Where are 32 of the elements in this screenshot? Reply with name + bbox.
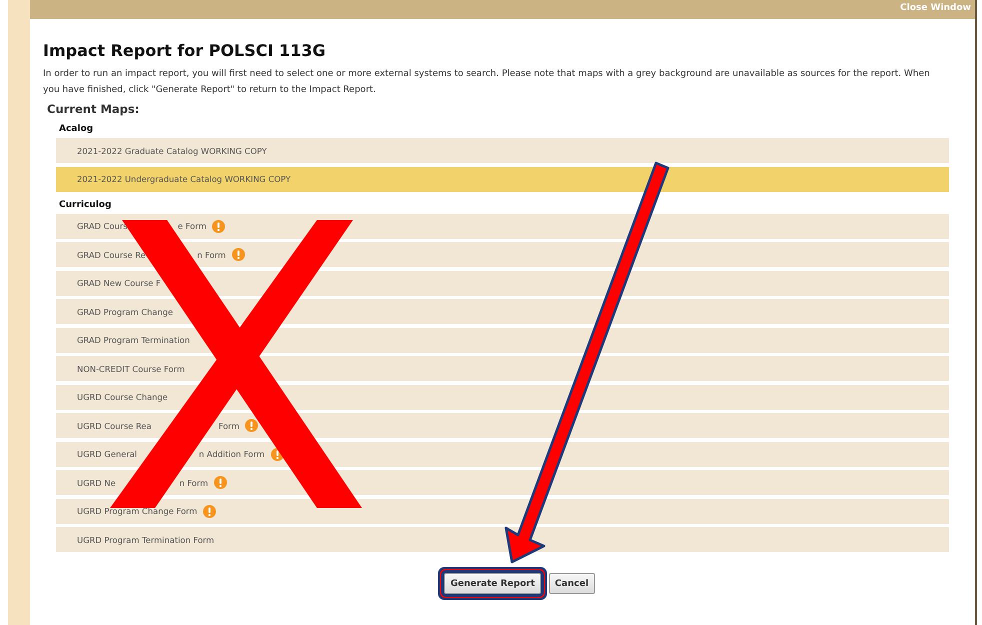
map-label: e Form [178,221,206,231]
map-label: NON-CREDIT Course Form [77,364,185,374]
map-label: GRAD Program Change [77,306,173,316]
map-label: GRAD Cours [77,221,128,231]
map-row[interactable]: 2021-2022 Undergraduate Catalog WORKING COPY [56,166,949,192]
map-label: GRAD Course Re [77,250,146,260]
map-label: n Addition Form [198,449,265,459]
map-row[interactable]: UGRD Program Change Form [56,498,949,524]
map-row[interactable]: NON-CREDIT Course Form [56,356,949,381]
map-label: GRAD New Course F [77,278,161,288]
group-heading: Curriculog [59,200,112,210]
cancel-button[interactable]: Cancel [548,573,595,594]
map-label: UGRD Program Change Form [77,506,198,516]
map-label: UGRD Course Rea [77,420,152,430]
map-label: 2021-2022 Undergraduate Catalog WORKING COPY [77,174,291,184]
map-row[interactable]: GRAD Program Termination [56,328,949,352]
instructions-text: In order to run an impact report, you will first need to select one or more external systems to search. Please note that maps with a grey background are unavailable as sources for the report. When you have finished, click "Generate Report" to return to the Impact Report. [43,68,931,97]
map-label: UGRD Ne [77,478,116,488]
map-label: n Form [197,250,226,260]
group-heading: Acalog [59,124,94,134]
map-row[interactable]: GRAD Cours e Form [56,214,949,238]
page-title: Impact Report for POLSCI 113G [43,41,327,60]
map-label: Form [218,420,240,430]
map-label: UGRD Program Termination Form [77,534,214,544]
map-label: n Form [179,478,208,488]
map-label: GRAD Program Termination [77,335,190,345]
section-heading: Current Maps: [47,102,140,116]
map-row[interactable]: 2021-2022 Graduate Catalog WORKING COPY [56,138,949,163]
map-label: 2021-2022 Graduate Catalog WORKING COPY [77,146,267,156]
map-row[interactable]: UGRD Program Termination Form [56,527,949,552]
map-label: UGRD Course Change [77,392,168,402]
map-label: UGRD General [77,449,137,459]
